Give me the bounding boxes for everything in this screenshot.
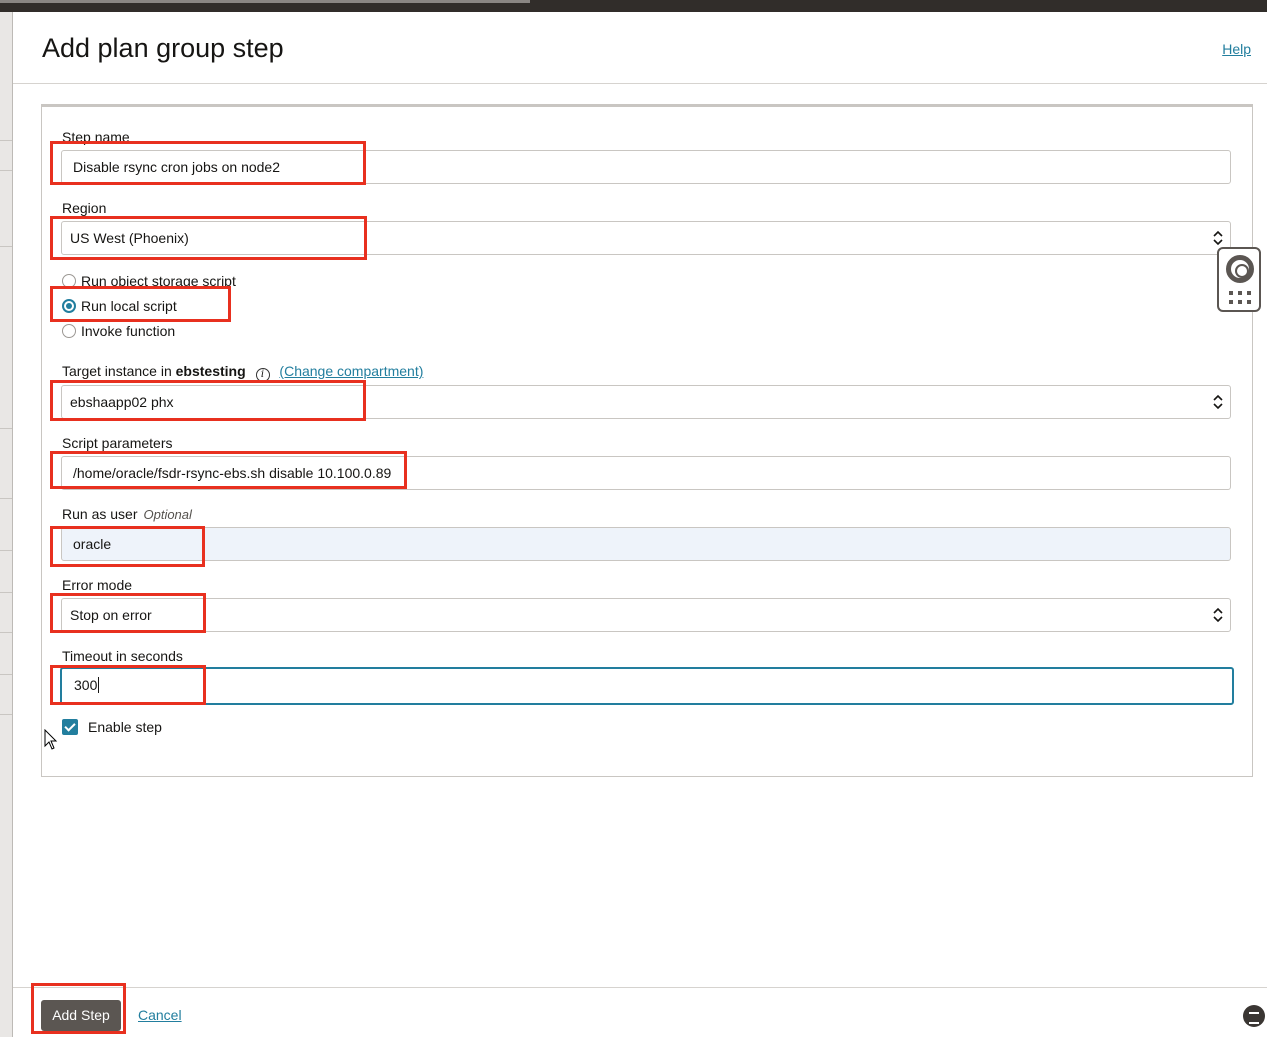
error-mode-select[interactable]: Stop on error	[61, 598, 1231, 632]
background-divider	[0, 632, 12, 633]
text-caret	[98, 677, 100, 693]
chevron-up-down-icon	[1213, 230, 1223, 246]
feedback-icon[interactable]	[1243, 1005, 1265, 1027]
background-divider	[0, 428, 12, 429]
radio-label: Run object storage script	[81, 273, 236, 289]
timeout-label: Timeout in seconds	[62, 648, 183, 664]
lifebuoy-icon[interactable]	[1226, 255, 1254, 283]
enable-step-label: Enable step	[88, 719, 162, 735]
target-instance-select[interactable]: ebshaapp02 phx	[61, 385, 1231, 419]
background-divider	[0, 592, 12, 593]
background-divider	[0, 550, 12, 551]
panel-footer: Add Step Cancel	[13, 987, 1267, 1037]
script-parameters-label: Script parameters	[62, 435, 173, 451]
top-bar	[0, 0, 1267, 12]
region-value: US West (Phoenix)	[70, 230, 189, 246]
grid-dots-icon[interactable]	[1229, 291, 1251, 305]
background-divider	[0, 674, 12, 675]
run-as-user-label-text: Run as user	[62, 506, 138, 522]
step-name-label: Step name	[62, 129, 130, 145]
radio-label: Invoke function	[81, 323, 176, 339]
radio-button[interactable]	[62, 324, 76, 338]
chevron-up-down-icon	[1213, 394, 1223, 410]
radio-label: Run local script	[81, 298, 177, 314]
radio-run-local-script[interactable]: Run local script	[62, 298, 177, 314]
enable-step-checkbox-row[interactable]: Enable step	[62, 719, 162, 735]
timeout-value: 300	[74, 677, 98, 693]
background-divider	[0, 714, 12, 715]
page-title: Add plan group step	[42, 33, 284, 63]
target-instance-prefix: Target instance in	[62, 363, 172, 379]
background-page-edge	[0, 12, 13, 1037]
help-link[interactable]: Help	[1222, 41, 1251, 57]
add-plan-group-step-panel: Add plan group step Help Step name Disab…	[13, 12, 1267, 1037]
region-select[interactable]: US West (Phoenix)	[61, 221, 1231, 255]
error-mode-label: Error mode	[62, 577, 133, 593]
run-as-user-input[interactable]: oracle	[61, 527, 1231, 561]
radio-button-selected[interactable]	[62, 299, 76, 313]
background-divider	[0, 498, 12, 499]
run-as-user-value: oracle	[73, 536, 112, 552]
background-divider	[0, 246, 12, 247]
optional-tag: Optional	[143, 507, 192, 522]
timeout-input[interactable]: 300	[60, 667, 1234, 705]
target-instance-value: ebshaapp02 phx	[70, 394, 174, 410]
error-mode-value: Stop on error	[70, 607, 152, 623]
radio-run-object-storage-script[interactable]: Run object storage script	[62, 273, 236, 289]
help-widget[interactable]	[1217, 247, 1261, 312]
run-as-user-label: Run as user Optional	[62, 506, 192, 522]
radio-invoke-function[interactable]: Invoke function	[62, 323, 175, 339]
compartment-name: ebstesting	[175, 363, 246, 379]
background-divider	[0, 140, 12, 141]
target-instance-label: Target instance in ebstesting i (Change …	[62, 363, 423, 382]
info-icon[interactable]: i	[255, 368, 270, 382]
script-parameters-input[interactable]: /home/oracle/fsdr-rsync-ebs.sh disable 1…	[61, 456, 1231, 490]
region-label: Region	[62, 200, 107, 216]
add-step-button[interactable]: Add Step	[41, 1000, 121, 1031]
enable-step-checkbox[interactable]	[62, 719, 78, 735]
background-divider	[0, 170, 12, 171]
cancel-link[interactable]: Cancel	[138, 1007, 182, 1023]
top-bar-highlight	[0, 0, 530, 3]
script-parameters-value: /home/oracle/fsdr-rsync-ebs.sh disable 1…	[73, 465, 392, 481]
step-name-input[interactable]: Disable rsync cron jobs on node2	[61, 150, 1231, 184]
radio-button[interactable]	[62, 274, 76, 288]
mouse-pointer-icon	[44, 729, 58, 750]
chevron-up-down-icon	[1213, 607, 1223, 623]
change-compartment-link[interactable]: (Change compartment)	[279, 363, 423, 379]
step-name-value: Disable rsync cron jobs on node2	[73, 159, 281, 175]
panel-header: Add plan group step Help	[13, 12, 1267, 84]
